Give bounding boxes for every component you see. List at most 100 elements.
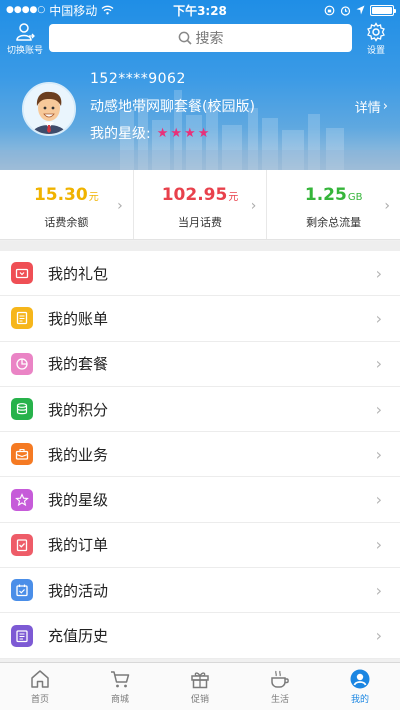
stat-value: 1.25GB (267, 185, 400, 208)
search-icon (178, 31, 192, 45)
switch-account-icon (16, 23, 35, 41)
settings-label: 设置 (366, 46, 385, 56)
home-icon (31, 670, 49, 688)
plan-name: 动感地带网聊套餐(校园版) (90, 99, 255, 115)
star-level-row: 我的星级: ★★★★ (90, 123, 211, 143)
coffee-icon (271, 670, 289, 688)
details-label: 详情 (354, 101, 381, 116)
menu-item-star-level[interactable]: 我的星级 › (0, 477, 400, 523)
star-level-icon (11, 488, 33, 511)
stat-label: 剩余总流量 (306, 216, 362, 229)
chevron-right-icon: › (375, 490, 382, 510)
menu-item-gift-pack[interactable]: 我的礼包 › (0, 251, 400, 297)
search-placeholder: 搜索 (195, 31, 224, 47)
menu-item-label: 我的礼包 (48, 264, 109, 283)
gift-pack-icon (11, 262, 33, 285)
order-icon (11, 533, 33, 556)
gift-icon (191, 672, 209, 689)
switch-account-button[interactable]: 切换账号 (6, 22, 44, 56)
stat-value: 102.95元 (134, 185, 267, 208)
menu-item-label: 充值历史 (48, 627, 109, 646)
star-level-label: 我的星级: (90, 126, 151, 142)
details-link[interactable]: 详情 › (355, 97, 388, 116)
business-icon (11, 443, 33, 466)
stat-number: 1.25 (304, 185, 347, 205)
star-rating: ★★★★ (157, 126, 212, 141)
user-icon (350, 669, 370, 689)
menu-item-order[interactable]: 我的订单 › (0, 523, 400, 569)
battery-icon (370, 4, 396, 16)
stat-monthly-fee[interactable]: 102.95元 当月话费 › (134, 170, 268, 239)
tab-mall[interactable]: 商城 (80, 663, 160, 710)
stat-unit: GB (347, 192, 363, 203)
menu-item-label: 我的订单 (48, 536, 109, 555)
stat-label: 当月话费 (178, 216, 222, 229)
account-stats: 15.30元 话费余额 › 102.95元 当月话费 › 1.25GB 剩余总流… (0, 170, 400, 240)
menu-item-label: 我的业务 (48, 445, 109, 464)
bottom-tab-bar: 首页 商城 促销 生活 我的 (0, 662, 400, 710)
tab-mine[interactable]: 我的 (320, 663, 400, 710)
signal-icon: ●●●●○ (6, 5, 46, 15)
alarm-icon (340, 5, 351, 16)
chevron-right-icon: › (250, 198, 257, 214)
stat-remaining-data[interactable]: 1.25GB 剩余总流量 › (267, 170, 400, 239)
menu-item-recharge-history[interactable]: 充值历史 › (0, 613, 400, 659)
chevron-right-icon: › (382, 99, 388, 114)
stat-unit: 元 (88, 192, 99, 203)
menu-item-activity[interactable]: 我的活动 › (0, 568, 400, 614)
tab-home[interactable]: 首页 (0, 663, 80, 710)
chevron-right-icon: › (375, 535, 382, 555)
search-input[interactable]: 搜索 (49, 24, 352, 52)
carrier-name: 中国移动 (49, 3, 98, 18)
chevron-right-icon: › (375, 263, 382, 283)
activity-icon (11, 579, 33, 602)
menu-item-label: 我的套餐 (48, 355, 109, 374)
cart-icon (111, 671, 130, 688)
tab-label: 我的 (350, 695, 369, 705)
stat-balance[interactable]: 15.30元 话费余额 › (0, 170, 134, 239)
star-icon: ★ (170, 125, 185, 141)
star-icon: ★ (184, 125, 198, 141)
menu-item-points[interactable]: 我的积分 › (0, 387, 400, 433)
bill-icon (11, 307, 33, 330)
chevron-right-icon: › (117, 198, 123, 214)
menu-item-business[interactable]: 我的业务 › (0, 432, 400, 478)
top-navigation: 切换账号 搜索 设置 (0, 20, 400, 58)
chevron-right-icon: › (384, 198, 391, 214)
location-icon (356, 5, 365, 15)
tab-label: 首页 (30, 695, 49, 705)
chevron-right-icon: › (375, 580, 382, 600)
stat-number: 15.30 (33, 185, 88, 205)
chevron-right-icon: › (375, 354, 382, 374)
chevron-right-icon: › (375, 399, 382, 419)
chevron-right-icon: › (375, 308, 382, 328)
tab-label: 促销 (190, 695, 209, 705)
menu-item-bill[interactable]: 我的账单 › (0, 296, 400, 342)
points-icon (11, 398, 33, 421)
menu-item-label: 我的账单 (48, 309, 109, 328)
menu-item-label: 我的积分 (48, 400, 109, 419)
avatar[interactable] (22, 82, 76, 136)
profile-card: 152****9062 动感地带网聊套餐(校园版) 详情 › 我的星级: ★★★… (0, 62, 400, 162)
stat-unit: 元 (228, 192, 239, 203)
menu-item-plan[interactable]: 我的套餐 › (0, 342, 400, 387)
phone-number: 152****9062 (90, 71, 186, 87)
menu-item-label: 我的星级 (48, 491, 109, 510)
section-divider (0, 241, 400, 251)
tab-promotions[interactable]: 促销 (160, 663, 240, 710)
recharge-history-icon (11, 624, 33, 647)
rotation-lock-icon (324, 5, 335, 15)
status-bar: ●●●●○ 中国移动 下午3:28 (0, 0, 400, 20)
stat-value: 15.30元 (0, 185, 133, 208)
star-icon: ★ (156, 125, 171, 141)
tab-label: 生活 (270, 695, 289, 705)
menu-item-label: 我的活动 (48, 581, 109, 600)
settings-button[interactable]: 设置 (358, 22, 394, 56)
profile-header: ●●●●○ 中国移动 下午3:28 切换账号 搜索 设置 152****9062… (0, 0, 400, 170)
tab-label: 商城 (110, 695, 129, 705)
gear-icon (367, 22, 385, 42)
switch-account-label: 切换账号 (6, 46, 43, 56)
menu-list: 我的礼包 › 我的账单 › 我的套餐 › 我的积分 › 我的业务 › 我的星级 … (0, 251, 400, 659)
tab-life[interactable]: 生活 (240, 663, 320, 710)
wifi-icon (101, 5, 114, 15)
